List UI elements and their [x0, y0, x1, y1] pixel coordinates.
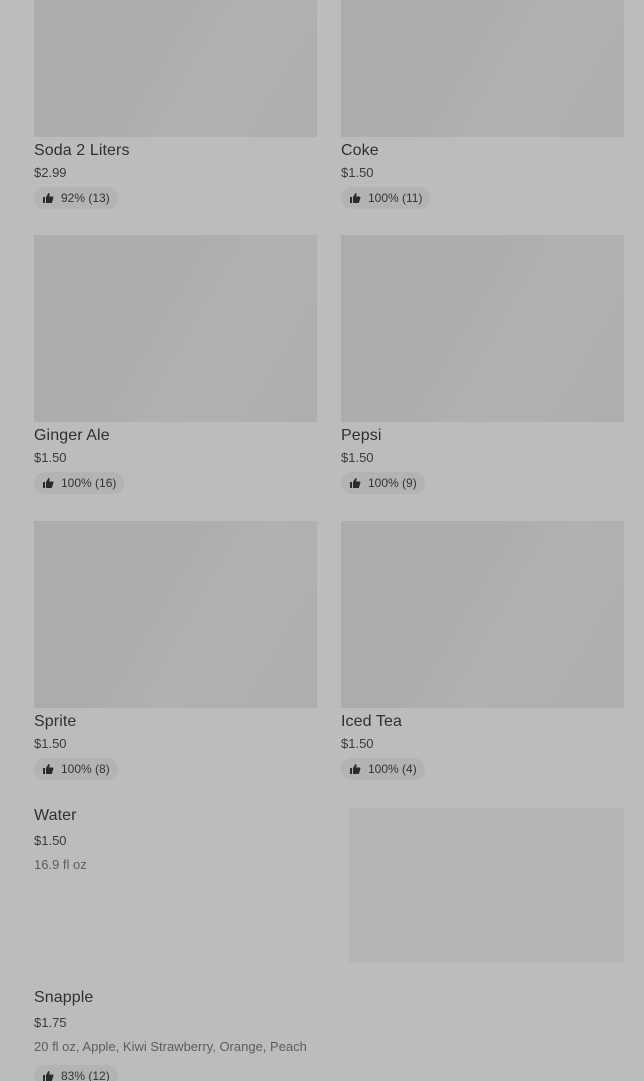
rating-text: 100% (11): [368, 191, 423, 205]
rating-text: 92% (13): [61, 191, 110, 205]
rating-text: 100% (9): [368, 476, 417, 490]
thumbs-up-icon: [350, 764, 361, 774]
rating-badge: 92% (13): [34, 187, 118, 209]
rating-text: 100% (8): [61, 762, 110, 776]
item-description: 20 fl oz, Apple, Kiwi Strawberry, Orange…: [34, 1039, 307, 1054]
item-price: $2.99: [34, 165, 67, 180]
menu-item-grid: Soda 2 Liters $2.99 92% (13) Coke $1.50 …: [34, 0, 624, 807]
item-name: Snapple: [34, 989, 94, 1006]
menu-item-card[interactable]: Soda 2 Liters $2.99 92% (13): [34, 0, 317, 235]
item-name: Coke: [341, 142, 379, 159]
rating-badge: 83% (12): [34, 1065, 118, 1081]
item-price: $1.50: [34, 450, 67, 465]
menu-item-card[interactable]: Coke $1.50 100% (11): [341, 0, 624, 235]
item-image: [34, 235, 317, 422]
menu-list-item[interactable]: Snapple $1.75 20 fl oz, Apple, Kiwi Stra…: [34, 989, 624, 1081]
rating-text: 100% (4): [368, 762, 417, 776]
item-name: Soda 2 Liters: [34, 142, 130, 159]
rating-text: 100% (16): [61, 476, 117, 490]
rating-badge: 100% (11): [341, 187, 431, 209]
item-image: [34, 0, 317, 137]
thumbs-up-icon: [350, 478, 361, 488]
menu-item-card[interactable]: Ginger Ale $1.50 100% (16): [34, 235, 317, 521]
item-price: $1.50: [341, 450, 374, 465]
thumbs-up-icon: [43, 193, 54, 203]
thumbs-up-icon: [350, 193, 361, 203]
item-price: $1.50: [341, 736, 374, 751]
item-image: [34, 521, 317, 708]
item-name: Iced Tea: [341, 713, 402, 730]
menu-page: Soda 2 Liters $2.99 92% (13) Coke $1.50 …: [0, 0, 644, 1081]
rating-badge: 100% (4): [341, 758, 425, 780]
rating-badge: 100% (16): [34, 472, 125, 494]
rating-badge: 100% (8): [34, 758, 118, 780]
thumbs-up-icon: [43, 478, 54, 488]
item-name: Sprite: [34, 713, 77, 730]
item-name: Ginger Ale: [34, 427, 110, 444]
menu-item-card[interactable]: Sprite $1.50 100% (8): [34, 521, 317, 807]
item-image: [341, 235, 624, 422]
rating-badge: 100% (9): [341, 472, 425, 494]
item-image: [341, 0, 624, 137]
menu-item-card[interactable]: Pepsi $1.50 100% (9): [341, 235, 624, 521]
item-price: $1.75: [34, 1015, 67, 1030]
item-image: [341, 521, 624, 708]
item-image: [349, 808, 624, 963]
menu-item-card[interactable]: Iced Tea $1.50 100% (4): [341, 521, 624, 807]
rating-text: 83% (12): [61, 1069, 110, 1081]
thumbs-up-icon: [43, 1071, 54, 1081]
thumbs-up-icon: [43, 764, 54, 774]
item-price: $1.50: [341, 165, 374, 180]
item-name: Pepsi: [341, 427, 382, 444]
item-price: $1.50: [34, 736, 67, 751]
